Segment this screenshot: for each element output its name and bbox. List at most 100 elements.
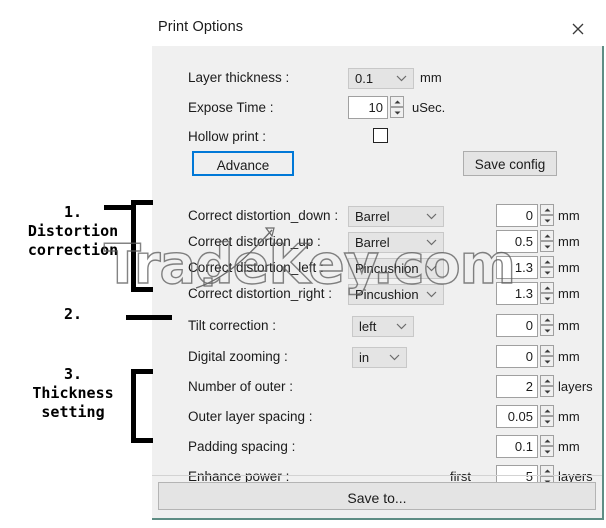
distortion-up-stepper[interactable]: 0.5 bbox=[496, 230, 554, 253]
chevron-down-icon bbox=[426, 213, 437, 220]
distortion-right-stepper[interactable]: 1.3 bbox=[496, 282, 554, 305]
spin-up-icon[interactable] bbox=[540, 314, 554, 325]
distortion-right-spin-buttons[interactable] bbox=[540, 282, 554, 305]
distortion-left-input[interactable]: 1.3 bbox=[496, 256, 538, 279]
annotation-1-label: 1. Distortion correction bbox=[27, 203, 119, 259]
spin-down-icon[interactable] bbox=[540, 446, 554, 457]
distortion-down-input[interactable]: 0 bbox=[496, 204, 538, 227]
spin-down-icon[interactable] bbox=[540, 325, 554, 336]
distortion-left-select[interactable]: Pincushion bbox=[348, 258, 444, 279]
digital-zooming-spin-buttons[interactable] bbox=[540, 345, 554, 368]
spin-down-icon[interactable] bbox=[540, 416, 554, 427]
distortion-right-number: 1.3 bbox=[514, 286, 533, 301]
distortion-left-spin-buttons[interactable] bbox=[540, 256, 554, 279]
tilt-correction-label: Tilt correction : bbox=[188, 318, 277, 333]
outer-layer-spacing-spin-buttons[interactable] bbox=[540, 405, 554, 428]
layer-thickness-select[interactable]: 0.1 bbox=[348, 68, 414, 89]
distortion-up-number: 0.5 bbox=[514, 234, 533, 249]
number-of-outer-input[interactable]: 2 bbox=[496, 375, 538, 398]
number-of-outer-unit: layers bbox=[558, 379, 593, 394]
save-config-button[interactable]: Save config bbox=[463, 151, 557, 176]
distortion-right-select[interactable]: Pincushion bbox=[348, 284, 444, 305]
tilt-correction-spin-buttons[interactable] bbox=[540, 314, 554, 337]
expose-time-stepper[interactable]: 10 bbox=[348, 96, 404, 119]
annotation-2-leader bbox=[126, 315, 172, 320]
padding-spacing-input[interactable]: 0.1 bbox=[496, 435, 538, 458]
print-options-dialog: Print Options Layer thickness : 0.1 mm E… bbox=[152, 8, 604, 520]
digital-zooming-select[interactable]: in bbox=[352, 347, 407, 368]
spin-down-icon[interactable] bbox=[390, 107, 404, 118]
spin-down-icon[interactable] bbox=[540, 356, 554, 367]
spin-up-icon[interactable] bbox=[540, 230, 554, 241]
tilt-correction-select[interactable]: left bbox=[352, 316, 414, 337]
spin-down-icon[interactable] bbox=[540, 293, 554, 304]
padding-spacing-spin-buttons[interactable] bbox=[540, 435, 554, 458]
number-of-outer-stepper[interactable]: 2 bbox=[496, 375, 554, 398]
distortion-up-value: Barrel bbox=[355, 235, 390, 250]
row-number-of-outer: Number of outer : 2 layers bbox=[152, 375, 602, 401]
distortion-up-select[interactable]: Barrel bbox=[348, 232, 444, 253]
tilt-correction-input[interactable]: 0 bbox=[496, 314, 538, 337]
annotation-1-bracket bbox=[131, 200, 153, 292]
spin-up-icon[interactable] bbox=[540, 282, 554, 293]
save-to-button[interactable]: Save to... bbox=[158, 482, 596, 510]
distortion-down-label: Correct distortion_down : bbox=[188, 208, 339, 223]
dialog-title: Print Options bbox=[158, 19, 244, 35]
distortion-down-unit: mm bbox=[558, 208, 580, 223]
outer-layer-spacing-input[interactable]: 0.05 bbox=[496, 405, 538, 428]
padding-spacing-stepper[interactable]: 0.1 bbox=[496, 435, 554, 458]
spin-up-icon[interactable] bbox=[540, 345, 554, 356]
spin-up-icon[interactable] bbox=[540, 256, 554, 267]
spin-up-icon[interactable] bbox=[540, 405, 554, 416]
chevron-down-icon bbox=[426, 239, 437, 246]
layer-thickness-value: 0.1 bbox=[355, 71, 374, 86]
close-icon[interactable] bbox=[566, 18, 590, 40]
expose-time-label: Expose Time : bbox=[188, 100, 274, 115]
digital-zooming-stepper[interactable]: 0 bbox=[496, 345, 554, 368]
expose-time-input[interactable]: 10 bbox=[348, 96, 388, 119]
distortion-right-input[interactable]: 1.3 bbox=[496, 282, 538, 305]
distortion-up-input[interactable]: 0.5 bbox=[496, 230, 538, 253]
distortion-up-spin-buttons[interactable] bbox=[540, 230, 554, 253]
distortion-right-label: Correct distortion_right : bbox=[188, 286, 333, 301]
spin-up-icon[interactable] bbox=[540, 204, 554, 215]
dialog-titlebar: Print Options bbox=[152, 8, 604, 46]
chevron-down-icon bbox=[426, 291, 437, 298]
distortion-down-value: Barrel bbox=[355, 209, 390, 224]
row-layer-thickness: Layer thickness : 0.1 mm bbox=[152, 68, 602, 92]
outer-layer-spacing-label: Outer layer spacing : bbox=[188, 409, 313, 424]
expose-time-spin-buttons[interactable] bbox=[390, 96, 404, 119]
chevron-down-icon bbox=[389, 354, 400, 361]
tilt-correction-stepper[interactable]: 0 bbox=[496, 314, 554, 337]
spin-up-icon[interactable] bbox=[540, 435, 554, 446]
tilt-correction-unit: mm bbox=[558, 318, 580, 333]
spin-down-icon[interactable] bbox=[540, 386, 554, 397]
layer-thickness-unit: mm bbox=[420, 70, 442, 85]
distortion-right-unit: mm bbox=[558, 286, 580, 301]
distortion-up-label: Correct distortion_up : bbox=[188, 234, 321, 249]
padding-spacing-unit: mm bbox=[558, 439, 580, 454]
advance-button[interactable]: Advance bbox=[192, 151, 294, 176]
digital-zooming-number: 0 bbox=[525, 349, 533, 364]
spin-down-icon[interactable] bbox=[540, 241, 554, 252]
number-of-outer-spin-buttons[interactable] bbox=[540, 375, 554, 398]
digital-zooming-input[interactable]: 0 bbox=[496, 345, 538, 368]
distortion-down-spin-buttons[interactable] bbox=[540, 204, 554, 227]
row-outer-layer-spacing: Outer layer spacing : 0.05 mm bbox=[152, 405, 602, 431]
spin-down-icon[interactable] bbox=[540, 215, 554, 226]
spin-up-icon[interactable] bbox=[540, 375, 554, 386]
digital-zooming-value: in bbox=[359, 350, 370, 365]
spin-down-icon[interactable] bbox=[540, 267, 554, 278]
tilt-correction-number: 0 bbox=[525, 318, 533, 333]
annotation-3-label: 3. Thickness setting bbox=[32, 365, 114, 421]
outer-layer-spacing-stepper[interactable]: 0.05 bbox=[496, 405, 554, 428]
row-tilt-correction: Tilt correction : left 0 mm bbox=[152, 314, 602, 340]
spin-up-icon[interactable] bbox=[390, 96, 404, 107]
distortion-down-select[interactable]: Barrel bbox=[348, 206, 444, 227]
outer-layer-spacing-number: 0.05 bbox=[507, 409, 533, 424]
hollow-print-checkbox[interactable] bbox=[373, 128, 388, 143]
hollow-print-label: Hollow print : bbox=[188, 129, 267, 144]
distortion-left-stepper[interactable]: 1.3 bbox=[496, 256, 554, 279]
distortion-down-stepper[interactable]: 0 bbox=[496, 204, 554, 227]
row-distortion-up: Correct distortion_up : Barrel 0.5 mm bbox=[152, 230, 602, 256]
